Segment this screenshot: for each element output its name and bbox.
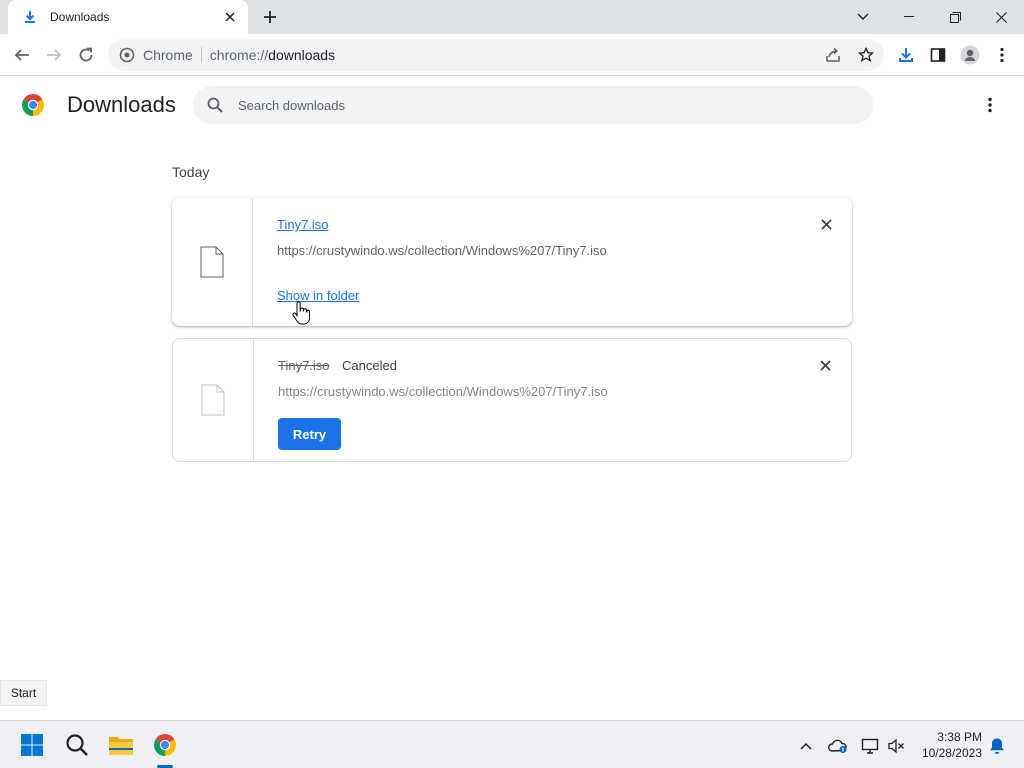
side-panel-icon[interactable]	[925, 42, 951, 68]
share-icon[interactable]	[821, 43, 845, 67]
new-tab-button[interactable]	[258, 6, 282, 28]
reload-button[interactable]	[73, 42, 99, 68]
remove-item-close-icon[interactable]	[818, 216, 834, 232]
network-icon[interactable]	[859, 735, 881, 757]
download-item: Tiny7.iso Canceled https://crustywindo.w…	[172, 338, 852, 462]
tab-downloads[interactable]: Downloads	[8, 0, 248, 34]
system-clock[interactable]: 3:38 PM 10/28/2023	[912, 729, 982, 761]
download-item: Tiny7.iso https://crustywindo.ws/collect…	[172, 198, 852, 326]
start-tooltip: Start	[0, 680, 47, 706]
chrome-logo-icon	[22, 94, 44, 116]
page-more-actions-icon[interactable]	[978, 93, 1002, 117]
page-title: Downloads	[67, 92, 176, 117]
taskbar: 3:38 PM 10/28/2023	[0, 720, 1024, 768]
minimize-button[interactable]	[886, 0, 932, 34]
bookmark-star-icon[interactable]	[854, 43, 878, 67]
address-bar[interactable]: Chrome chrome://downloads	[108, 39, 884, 71]
notification-bell-icon[interactable]	[986, 735, 1008, 757]
file-icon-column	[172, 198, 253, 326]
omnibox-url: chrome://downloads	[209, 47, 336, 63]
taskbar-search-icon[interactable]	[61, 729, 93, 761]
back-button[interactable]	[9, 42, 35, 68]
tab-close-icon[interactable]	[222, 9, 238, 25]
show-in-folder-link[interactable]: Show in folder	[277, 288, 359, 303]
close-window-button[interactable]	[978, 0, 1024, 34]
tab-search-chevron-icon[interactable]	[840, 0, 886, 34]
chrome-taskbar-icon[interactable]	[149, 729, 181, 761]
clock-date: 10/28/2023	[921, 746, 982, 760]
omnibox-separator	[200, 47, 202, 63]
remove-item-close-icon[interactable]	[817, 357, 833, 373]
file-icon	[201, 384, 225, 416]
omnibox-chip: Chrome	[143, 47, 193, 63]
downloads-toolbar-icon[interactable]	[893, 42, 919, 68]
download-status: Canceled	[342, 358, 397, 373]
file-name-canceled: Tiny7.iso	[278, 358, 330, 373]
file-icon-column	[173, 339, 254, 461]
hand-cursor-icon	[292, 301, 310, 325]
show-hidden-icons-chevron-icon[interactable]	[795, 735, 817, 757]
retry-button[interactable]: Retry	[278, 418, 341, 450]
clock-time: 3:38 PM	[937, 730, 982, 744]
file-source-url[interactable]: https://crustywindo.ws/collection/Window…	[278, 384, 608, 399]
search-downloads-box[interactable]	[193, 86, 873, 124]
chrome-page-icon	[119, 47, 135, 63]
file-icon	[200, 246, 224, 278]
profile-avatar-icon[interactable]	[957, 42, 983, 68]
file-source-url[interactable]: https://crustywindo.ws/collection/Window…	[277, 243, 607, 258]
search-icon	[205, 95, 225, 115]
start-button[interactable]	[16, 729, 48, 761]
onedrive-cloud-icon[interactable]	[827, 735, 849, 757]
downloads-header: Downloads	[0, 77, 1024, 133]
file-name-link[interactable]: Tiny7.iso	[277, 217, 329, 232]
browser-toolbar: Chrome chrome://downloads	[0, 34, 1024, 76]
download-icon	[22, 9, 38, 25]
chrome-menu-icon[interactable]	[989, 42, 1015, 68]
tab-strip: Downloads	[0, 0, 1024, 34]
windows-logo-icon	[21, 734, 43, 756]
file-explorer-icon[interactable]	[105, 729, 137, 761]
date-section-label: Today	[172, 164, 210, 180]
tab-title: Downloads	[50, 10, 110, 24]
search-input[interactable]	[238, 97, 838, 113]
volume-muted-icon[interactable]	[885, 735, 907, 757]
forward-button[interactable]	[41, 42, 67, 68]
restore-button[interactable]	[932, 0, 978, 34]
